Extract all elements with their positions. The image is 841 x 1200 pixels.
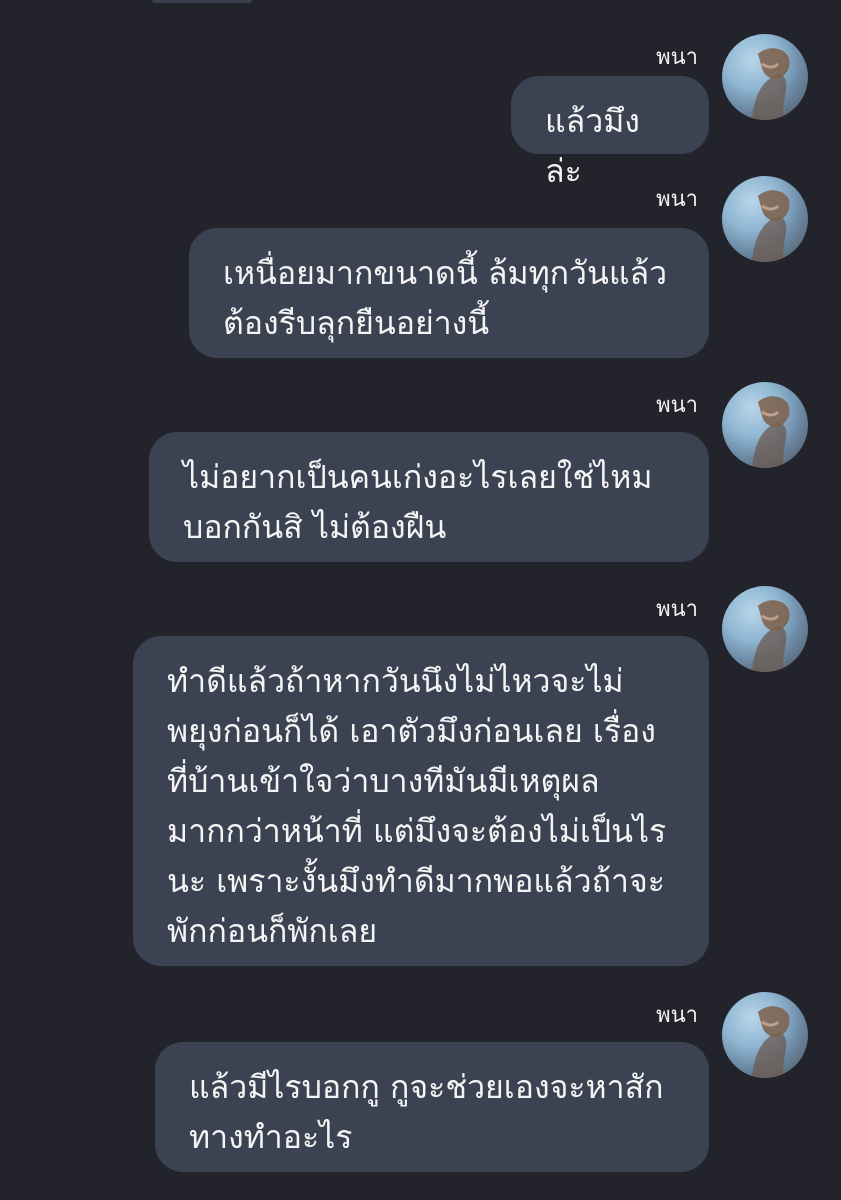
message-bubble[interactable]: ทำดีแล้วถ้าหากวันนึงไม่ไหวจะไม่ พยุงก่อน… [133,636,709,966]
sender-name: พนา [656,597,698,622]
avatar[interactable] [722,586,808,672]
sender-name: พนา [656,393,698,418]
avatar[interactable] [722,382,808,468]
avatar[interactable] [722,176,808,262]
sender-name: พนา [656,45,698,70]
avatar[interactable] [722,34,808,120]
message-bubble[interactable]: ไม่อยากเป็นคนเก่งอะไรเลยใช่ไหม บอกกันสิ … [149,432,709,562]
profile-photo-avatar [752,190,790,262]
message-bubble[interactable]: แล้วมึงล่ะ [511,76,709,190]
message-bubble[interactable]: แล้วมีไรบอกกู กูจะช่วยเองจะหาสัก ทางทำอะ… [155,1042,709,1172]
avatar[interactable] [722,992,808,1078]
sender-name: พนา [656,187,698,212]
profile-photo-avatar [752,396,790,468]
message-bubble[interactable]: เหนื่อยมากขนาดนี้ ล้มทุกวันแล้ว ต้องรีบล… [189,228,709,358]
sender-name: พนา [656,1003,698,1028]
profile-photo-avatar [752,48,790,120]
profile-photo-avatar [752,600,790,672]
profile-photo-avatar [752,1006,790,1078]
previous-message-edge [152,0,252,3]
